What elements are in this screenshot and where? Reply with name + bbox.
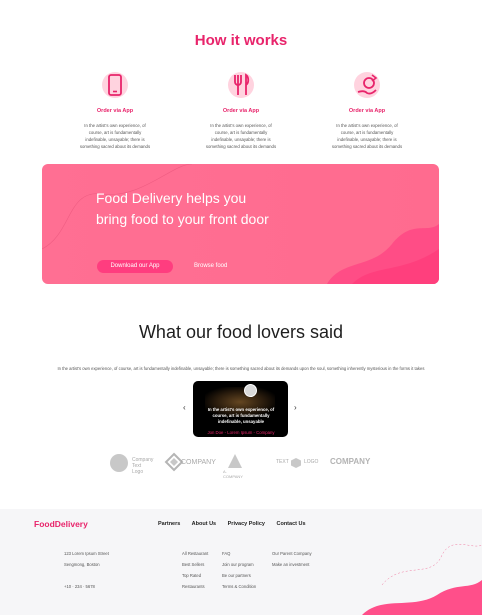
footer-decoration [362, 544, 482, 615]
phone-icon [100, 70, 130, 100]
fork-knife-icon [226, 70, 256, 100]
testimonial-author: Jon Doe - Lorem Ipsum - Company [207, 430, 275, 435]
footer-link[interactable]: Make an investment [272, 559, 312, 570]
footer-links-col3: Our Parent Company Make an investment [272, 548, 312, 570]
testimonials-description: In the artist's own experience, of cours… [57, 366, 425, 371]
footer-nav-contact[interactable]: Contact Us [276, 521, 305, 527]
step-description: In the artist's own experience, of cours… [331, 123, 403, 149]
footer-link[interactable]: Best Sellers [182, 559, 208, 570]
footer-link[interactable]: Be our partners [222, 570, 256, 581]
company-logo-diamond-icon: COMPANY [164, 452, 216, 479]
footer-nav-partners[interactable]: Partners [158, 521, 180, 527]
footer-link[interactable]: FAQ [222, 548, 256, 559]
footer-links-col1: All Restaurant Best Sellers Top Rated Re… [182, 548, 208, 592]
footer-address: 123 Lorem Ipsum Street Sengmong, Boston … [64, 551, 109, 589]
footer-nav: Partners About Us Privacy Policy Contact… [158, 521, 316, 527]
step-title: Order via App [348, 108, 386, 114]
step-order-app: Order via App In the artist's own experi… [186, 70, 296, 150]
carousel-next-button[interactable]: › [294, 403, 297, 412]
steps-row: Order via App In the artist's own experi… [60, 70, 422, 150]
how-it-works-title: How it works [194, 32, 288, 49]
promo-banner: Food Delivery helps you bring food to yo… [42, 164, 439, 284]
footer-link[interactable]: Join our program [222, 559, 256, 570]
footer-links-col2: FAQ Join our program Be our partners Ter… [222, 548, 256, 592]
footer-link[interactable]: Top Rated [182, 570, 208, 581]
company-logo-circle-icon: Company Text Logo [108, 452, 153, 479]
banner-headline: Food Delivery helps you bring food to yo… [96, 190, 269, 227]
hand-icon [352, 70, 382, 100]
step-title: Order via App [222, 108, 260, 114]
avatar [244, 384, 257, 397]
browse-food-link[interactable]: Browse food [194, 260, 227, 273]
footer-link[interactable]: Our Parent Company [272, 548, 312, 559]
partner-logos: Company Text Logo COMPANY A. COMPANY TEX… [108, 452, 370, 479]
step-order-app: Order via App In the artist's own experi… [312, 70, 422, 150]
carousel-prev-button[interactable]: ‹ [183, 403, 186, 412]
footer-link[interactable]: Terms & Condition [222, 581, 256, 592]
footer-brand[interactable]: FoodDelivery [34, 519, 88, 529]
footer: FoodDelivery Partners About Us Privacy P… [0, 509, 482, 615]
step-title: Order via App [96, 108, 134, 114]
testimonials-title: What our food lovers said [138, 322, 344, 342]
footer-nav-about[interactable]: About Us [192, 521, 216, 527]
footer-link[interactable]: All Restaurant [182, 548, 208, 559]
step-description: In the artist's own experience, of cours… [205, 123, 277, 149]
testimonial-card: In the artist's own experience, of cours… [193, 381, 288, 437]
footer-link[interactable]: Restaurants [182, 581, 208, 592]
company-logo-triangle-icon: A. COMPANY [223, 452, 245, 479]
testimonial-quote: In the artist's own experience, of cours… [207, 407, 275, 424]
footer-nav-privacy[interactable]: Privacy Policy [228, 521, 265, 527]
download-app-button[interactable]: Download our App [97, 260, 173, 273]
step-order-app: Order via App In the artist's own experi… [60, 70, 170, 150]
step-description: In the artist's own experience, of cours… [79, 123, 151, 149]
